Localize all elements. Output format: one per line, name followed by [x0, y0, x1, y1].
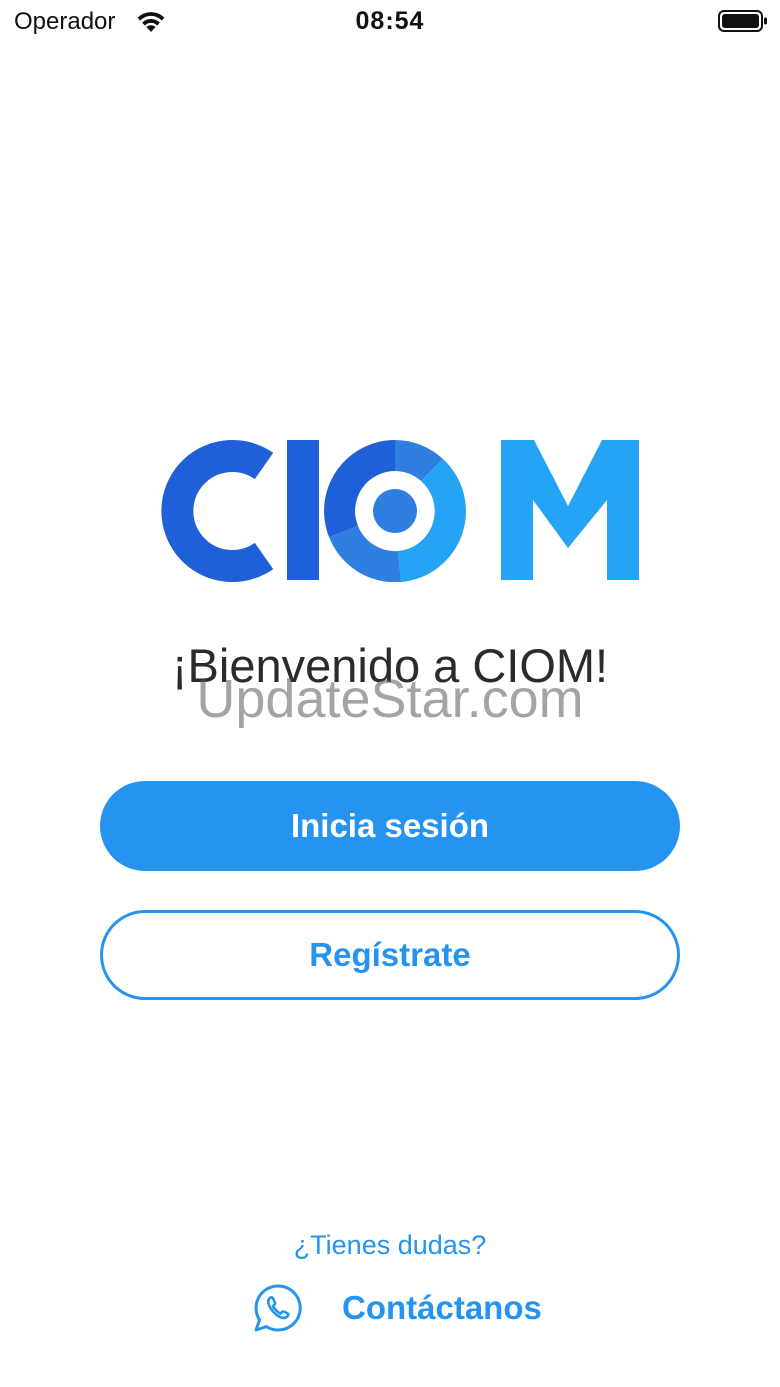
contact-link[interactable]: Contáctanos [252, 1280, 542, 1336]
watermark-text: UpdateStar.com [196, 669, 584, 729]
battery-icon [718, 10, 767, 32]
status-clock: 08:54 [355, 7, 425, 35]
welcome-screen: Operador 08:54 ¡Bienvenido a CIOM! Updat… [0, 0, 780, 1387]
login-button[interactable]: Inicia sesión [100, 781, 680, 871]
register-button[interactable]: Regístrate [100, 910, 680, 1000]
whatsapp-icon [254, 1284, 302, 1332]
ciom-logo [161, 440, 639, 582]
status-bar: Operador 08:54 [0, 0, 780, 44]
help-question: ¿Tienes dudas? [293, 1230, 487, 1260]
contact-label[interactable]: Contáctanos [342, 1289, 542, 1327]
